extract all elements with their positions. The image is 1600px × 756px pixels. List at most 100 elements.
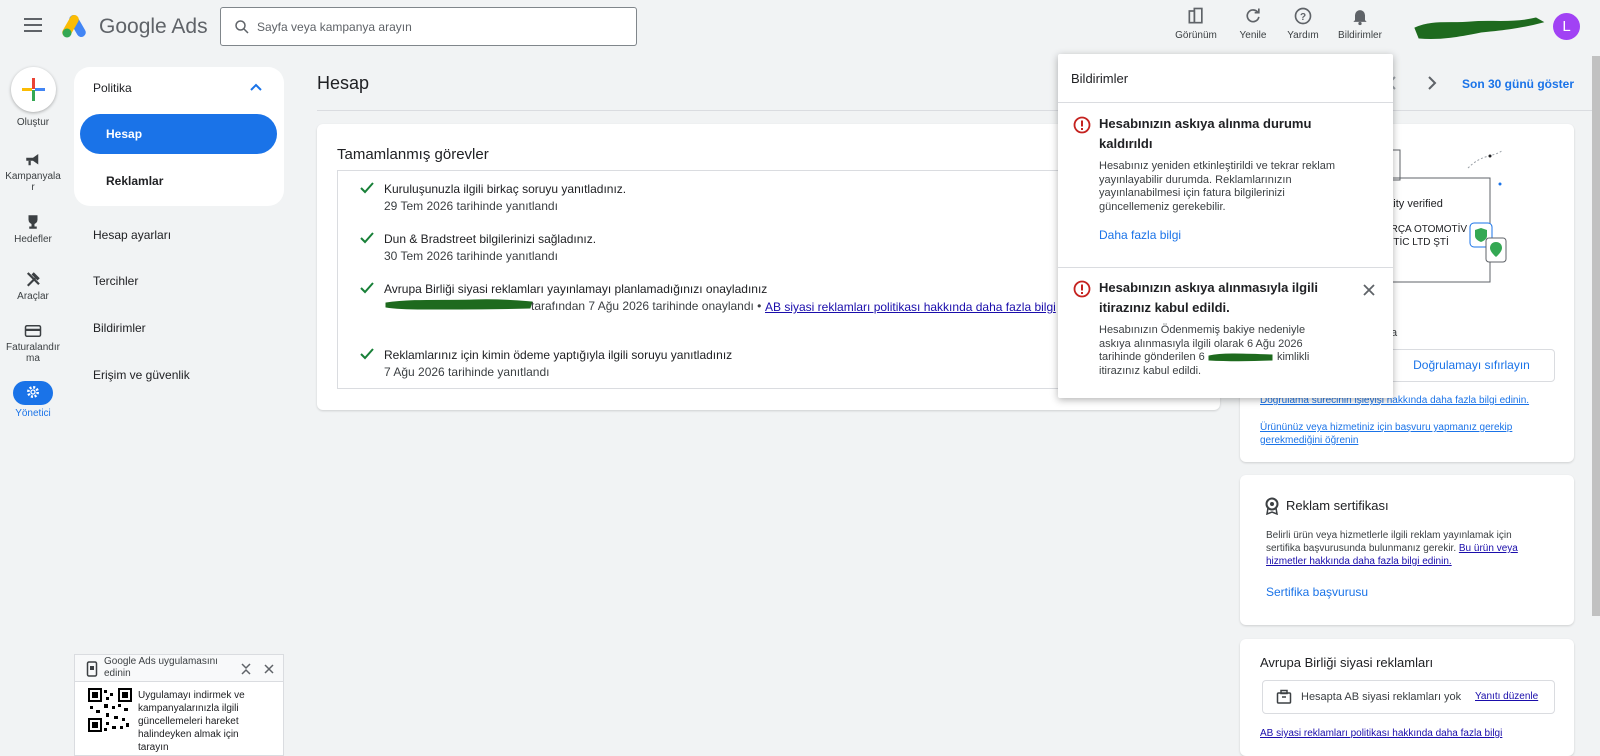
edit-answer-link[interactable]: Yanıtı düzenle [1475, 691, 1538, 702]
nav-item-preferences[interactable]: Tercihler [93, 274, 138, 288]
search-icon [235, 20, 249, 34]
chevron-up-icon[interactable] [249, 82, 263, 92]
error-icon [1073, 280, 1091, 298]
date-range-button[interactable]: Son 30 günü göster [1462, 77, 1574, 91]
refresh-button[interactable]: Yenile [1233, 6, 1273, 41]
notification-body-a: Hesabınızın Ödenmemiş bakiye nedeniyle a… [1099, 324, 1306, 363]
task-title: Reklamlarınız için kimin ödeme yaptığıyl… [384, 348, 733, 362]
eu-policy-info-link[interactable]: AB siyasi reklamları politikası hakkında… [1260, 728, 1502, 739]
notification-title: Hesabınızın askıya alınmasıyla ilgili it… [1099, 280, 1318, 315]
task-title: Dun & Bradstreet bilgilerinizi sağladını… [384, 232, 597, 246]
scrollbar[interactable] [1592, 56, 1600, 616]
rail-goals[interactable]: Hedefler [0, 213, 66, 245]
redacted-user-name [385, 299, 533, 310]
more-info-link[interactable]: Daha fazla bilgi [1099, 228, 1181, 242]
task-title: Avrupa Birliği siyasi reklamları yayınla… [384, 282, 768, 296]
rail-tools[interactable]: Araçlar [0, 270, 66, 302]
cert-body: Belirli ürün veya hizmetlerle ilgili rek… [1266, 529, 1541, 568]
nav-section-policy[interactable]: Politika [93, 81, 132, 95]
google-ads-logo [62, 15, 86, 38]
appearance-button[interactable]: Görünüm [1172, 6, 1220, 41]
reset-verification-button[interactable]: Doğrulamayı sıfırlayın [1388, 349, 1555, 382]
chevron-right-icon[interactable] [1426, 75, 1438, 91]
briefcase-icon [1276, 689, 1292, 704]
nav-item-account[interactable]: Hesap [80, 114, 277, 154]
notification-title: Hesabınızın askıya alınma durumu kaldırı… [1099, 116, 1312, 151]
popover-divider [1058, 267, 1393, 268]
eu-status-text: Hesapta AB siyasi reklamları yok [1301, 691, 1462, 703]
gear-icon [27, 385, 39, 398]
megaphone-icon [26, 154, 39, 166]
check-icon [360, 348, 374, 360]
error-icon [1073, 116, 1091, 134]
eu-policy-link-text[interactable]: AB siyasi reklamları politikası hakkında… [765, 300, 1056, 314]
phone-icon [86, 661, 98, 677]
check-icon [360, 182, 374, 194]
app-promo-card: Google Ads uygulamasını edinin Uygulamay… [74, 654, 284, 756]
notification-body: Hesabınızın Ödenmemiş bakiye nedeniyle a… [1099, 324, 1324, 378]
check-icon [360, 232, 374, 244]
task-subtitle: 7 Ağu 2026 tarihinde yanıtlandı [384, 365, 550, 379]
rail-campaigns-label: Kampanyalar [5, 171, 61, 193]
nav-item-access-security[interactable]: Erişim ve güvenlik [93, 368, 190, 382]
tasks-title: Tamamlanmış görevler [337, 146, 489, 163]
task-subtitle: tarafından 7 Ağu 2026 tarihinde onayland… [531, 299, 762, 313]
bell-icon [1353, 10, 1367, 26]
close-icon[interactable] [263, 663, 275, 675]
rail-campaigns[interactable]: Kampanyalar [0, 152, 66, 193]
promo-body: Uygulamayı indirmek ve kampanyalarınızla… [138, 690, 245, 753]
task-title: Kuruluşunuzla ilgili birkaç soruyu yanıt… [384, 182, 627, 196]
collapse-icon[interactable] [240, 662, 252, 676]
search-input[interactable]: Sayfa veya kampanya arayın [220, 7, 637, 46]
eu-card-title: Avrupa Birliği siyasi reklamları [1260, 655, 1434, 670]
redacted-account-name [1414, 17, 1545, 39]
promo-title: Google Ads uygulamasını edinin [104, 656, 218, 679]
popover-title: Bildirimler [1071, 71, 1129, 86]
rail-billing-label: Faturalandırma [6, 342, 60, 364]
svg-text:?: ? [1300, 12, 1306, 23]
rail-tools-label: Araçlar [17, 291, 49, 302]
nav-item-notifications[interactable]: Bildirimler [93, 321, 146, 335]
create-button[interactable] [11, 67, 56, 112]
rail-create-label[interactable]: Oluştur [0, 117, 66, 128]
need-to-apply-link[interactable]: Ürününüz veya hizmetiniz için başvuru ya… [1260, 421, 1550, 447]
rail-admin-label: Yönetici [15, 408, 51, 419]
trophy-icon [28, 215, 38, 229]
tools-icon [26, 272, 40, 287]
verification-illustration [1379, 149, 1507, 283]
rail-billing[interactable]: Faturalandırma [0, 323, 66, 364]
top-bar: Google Ads Sayfa veya kampanya arayın Gö… [0, 0, 1600, 54]
eu-policy-link[interactable]: AB siyasi reklamları politikası hakkında… [765, 299, 1065, 315]
task-subtitle: 29 Tem 2026 tarihinde yanıtlandı [384, 199, 558, 213]
nav-item-account-settings[interactable]: Hesap ayarları [93, 228, 171, 242]
appearance-icon [1188, 7, 1203, 24]
close-icon[interactable] [1361, 282, 1377, 298]
page-title: Hesap [317, 73, 370, 93]
nav-item-ads[interactable]: Reklamlar [106, 174, 163, 188]
task-subtitle: 30 Tem 2026 tarihinde yanıtlandı [384, 249, 558, 263]
notification-body: Hesabınız yeniden etkinleştirildi ve tek… [1099, 160, 1335, 213]
avatar[interactable]: L [1553, 13, 1580, 40]
help-icon: ? [1294, 7, 1312, 25]
menu-icon[interactable] [24, 18, 42, 32]
popover-divider [1058, 102, 1393, 103]
appearance-label: Görünüm [1175, 30, 1217, 41]
notifications-button[interactable]: Bildirimler [1334, 6, 1386, 41]
certificate-icon [1265, 497, 1279, 515]
rail-goals-label: Hedefler [14, 234, 52, 245]
cert-apply-link[interactable]: Sertifika başvurusu [1266, 585, 1368, 599]
help-label: Yardım [1287, 30, 1319, 41]
title-divider [317, 110, 1600, 111]
rail-admin[interactable]: Yönetici [0, 381, 66, 419]
search-placeholder: Sayfa veya kampanya arayın [257, 20, 412, 34]
redacted-appeal-id [1208, 353, 1273, 362]
check-icon [360, 282, 374, 294]
notifications-popover: Bildirimler Hesabınızın askıya alınma du… [1058, 54, 1393, 398]
refresh-label: Yenile [1239, 30, 1267, 41]
plus-icon [22, 78, 45, 101]
qr-code-icon [88, 688, 132, 732]
admin-pill [13, 381, 53, 405]
notifications-label: Bildirimler [1338, 30, 1382, 41]
refresh-icon [1246, 8, 1260, 23]
help-button[interactable]: ? Yardım [1284, 6, 1322, 41]
